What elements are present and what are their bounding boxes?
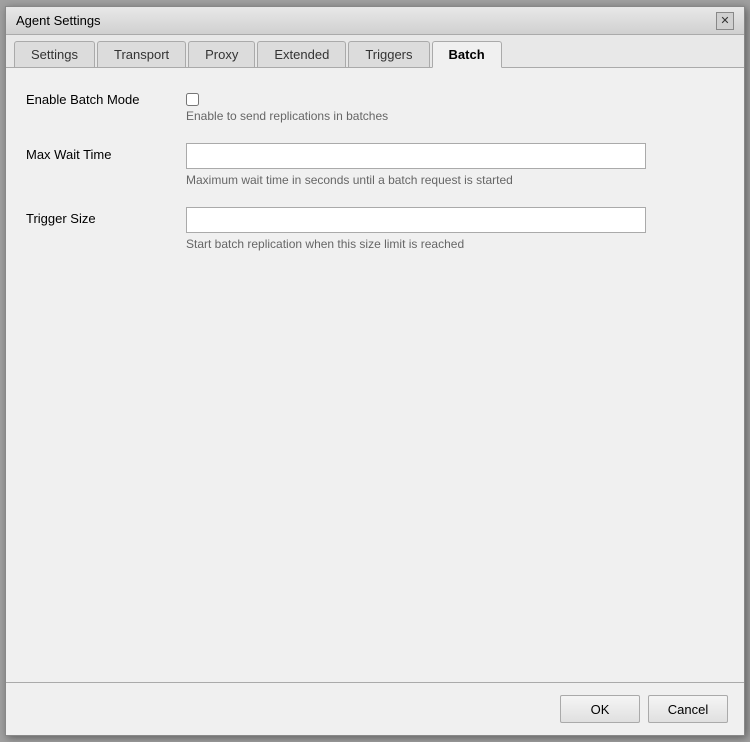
title-bar: Agent Settings ✕ [6, 7, 744, 35]
bottom-bar: OK Cancel [6, 682, 744, 735]
content-area: Enable Batch Mode Enable to send replica… [6, 68, 744, 682]
enable-batch-mode-wrapper [186, 93, 199, 106]
tab-transport[interactable]: Transport [97, 41, 186, 67]
trigger-size-hint: Start batch replication when this size l… [186, 237, 724, 251]
max-wait-time-input[interactable] [186, 143, 646, 169]
cancel-button[interactable]: Cancel [648, 695, 728, 723]
ok-button[interactable]: OK [560, 695, 640, 723]
max-wait-time-input-area [186, 143, 724, 169]
max-wait-time-label: Max Wait Time [26, 143, 186, 162]
trigger-size-input[interactable] [186, 207, 646, 233]
trigger-size-label: Trigger Size [26, 207, 186, 226]
agent-settings-dialog: Agent Settings ✕ Settings Transport Prox… [5, 6, 745, 736]
max-wait-time-hint: Maximum wait time in seconds until a bat… [186, 173, 724, 187]
max-wait-time-field: Max Wait Time [26, 143, 724, 169]
trigger-size-input-area [186, 207, 724, 233]
dialog-title: Agent Settings [16, 13, 101, 28]
enable-batch-mode-hint: Enable to send replications in batches [186, 109, 724, 123]
tab-extended[interactable]: Extended [257, 41, 346, 67]
tab-settings[interactable]: Settings [14, 41, 95, 67]
enable-batch-mode-row: Enable Batch Mode [26, 92, 724, 107]
close-button[interactable]: ✕ [716, 12, 734, 30]
tab-batch[interactable]: Batch [432, 41, 502, 68]
enable-batch-mode-checkbox[interactable] [186, 93, 199, 106]
enable-batch-mode-label: Enable Batch Mode [26, 92, 186, 107]
tab-proxy[interactable]: Proxy [188, 41, 255, 67]
tab-triggers[interactable]: Triggers [348, 41, 429, 67]
tab-bar: Settings Transport Proxy Extended Trigge… [6, 35, 744, 68]
trigger-size-field: Trigger Size [26, 207, 724, 233]
